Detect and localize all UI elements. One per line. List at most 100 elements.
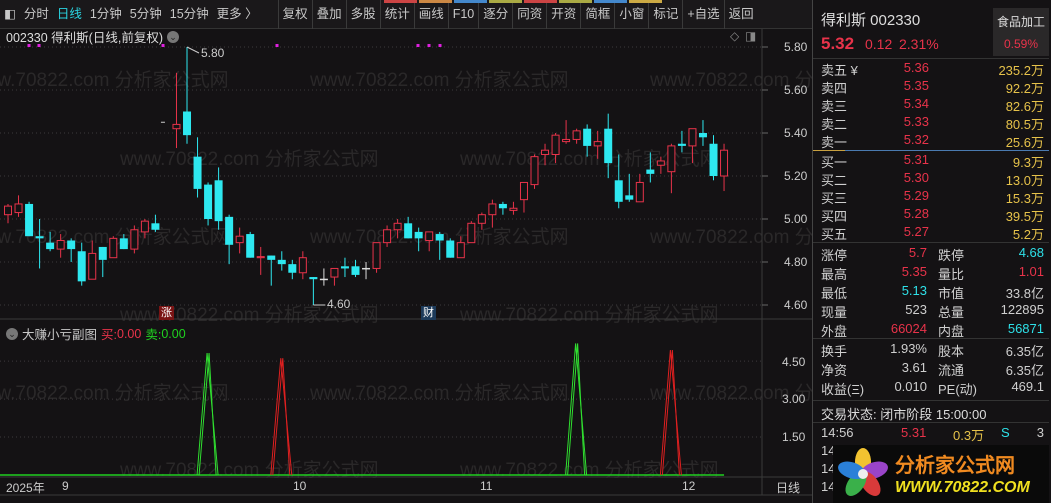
candle-body (467, 222, 476, 244)
candle-body (193, 156, 202, 189)
buy-label: 买: (101, 328, 117, 342)
candle-body (4, 205, 12, 216)
quote-cell: 5.28 (903, 206, 929, 221)
candle-body (319, 278, 328, 281)
candle-body (720, 149, 729, 177)
quote-cell: 1.93% (890, 341, 927, 356)
candle-body (614, 180, 623, 202)
quote-cell: 量比 (938, 267, 965, 282)
financial-badge[interactable]: 财 (421, 306, 436, 320)
quote-cell: 买一 (821, 155, 848, 170)
quote-row: 买一 5.31 9.3万 (813, 152, 1049, 171)
quote-cell: 买三 (821, 191, 848, 206)
quote-cell: 92.2万 (1005, 81, 1044, 96)
x-axis-month: 9 (62, 479, 69, 493)
quote-cell: 5.34 (903, 96, 929, 111)
quote-cell: S (1001, 425, 1010, 440)
quote-cell: 0.3万 (953, 428, 985, 443)
sector-box[interactable]: 食品加工 0.59% (993, 8, 1049, 56)
price-tick: 5.60 (784, 83, 808, 97)
candle-body (446, 240, 455, 258)
indicator-header: ⌄ 大赚小亏副图 买: 0.00 卖: 0.00 (6, 324, 186, 343)
quote-cell: 5.31 (903, 152, 929, 167)
quote-row: 卖五 ¥ 5.36 235.2万 (813, 60, 1049, 79)
candle-body (709, 143, 718, 176)
quote-cell: 卖四 (821, 81, 848, 96)
quote-row: 换手 1.93% 股本 6.35亿 (813, 341, 1049, 360)
sell-label: 卖: (145, 328, 162, 342)
candle-body (340, 266, 349, 269)
quote-cell: 14:56 (821, 425, 854, 440)
indicator-name: 大赚小亏副图 (22, 328, 98, 342)
quote-cell: 买二 (821, 173, 848, 188)
candle-body (151, 223, 160, 230)
quote-row: 买二 5.30 13.0万 (813, 170, 1049, 189)
quote-cell: 6.35亿 (1005, 344, 1044, 359)
quote-cell: 9.3万 (1012, 155, 1044, 170)
high-arrow (186, 46, 200, 54)
quote-cell: 523 (905, 302, 927, 317)
price-tick: 4.60 (784, 298, 808, 312)
quote-cell: 39.5万 (1005, 209, 1044, 224)
quote-cell: 5.7 (908, 245, 927, 260)
quote-cell: 股本 (938, 344, 965, 359)
signal-marker (427, 44, 431, 47)
quote-cell: 卖五 ¥ (821, 63, 858, 78)
candle-body (435, 234, 444, 241)
quote-cell: 最低 (821, 286, 848, 301)
quote-cell: 3.61 (901, 360, 927, 375)
quote-row: 涨停 5.7 跌停 4.68 (813, 245, 1049, 264)
quote-cell: 5.27 (903, 224, 929, 239)
candle-body (656, 160, 665, 166)
quote-cell: 80.5万 (1005, 117, 1044, 132)
signal-marker (27, 44, 31, 47)
candle-body (235, 235, 244, 244)
quote-cell: 5.35 (901, 264, 927, 279)
buy-value: 0.00 (117, 326, 142, 341)
quote-row: 现量 523 总量 122895 (813, 302, 1049, 321)
candle-body (214, 180, 223, 222)
quote-cell: 56871 (1007, 321, 1044, 336)
candle-body (572, 130, 581, 140)
candle-body (183, 111, 192, 136)
candle-body (551, 134, 560, 155)
quote-cell: 流通 (938, 363, 965, 378)
quote-cell: 1.01 (1018, 264, 1044, 279)
quote-row: 买三 5.29 15.3万 (813, 188, 1049, 207)
candle-body (498, 203, 507, 209)
candle-body (646, 169, 655, 174)
chevron-down-icon[interactable]: ⌄ (6, 327, 18, 340)
low-price-label: 4.60 (327, 297, 351, 311)
quote-row: 卖二 5.33 80.5万 (813, 114, 1049, 133)
quote-cell: 买四 (821, 209, 848, 224)
kline-chart[interactable] (0, 0, 812, 503)
quote-cell: 469.1 (1011, 379, 1044, 394)
quote-cell: 市值 (938, 286, 965, 301)
limit-up-badge[interactable]: 涨 (159, 306, 174, 320)
quote-row: 买四 5.28 39.5万 (813, 206, 1049, 225)
period-label[interactable]: 日线 (776, 479, 800, 496)
quote-cell: 66024 (890, 321, 927, 336)
candle-body (604, 128, 613, 164)
quote-cell: 25.6万 (1005, 135, 1044, 150)
quote-cell: 5.13 (901, 283, 927, 298)
price-tick: 5.00 (784, 212, 808, 226)
logo-url: WWW.70822.COM (895, 479, 1030, 496)
trade-status: 交易状态: 闭市阶段 15:00:00 (821, 407, 987, 422)
indicator-tick: 3.00 (782, 392, 806, 406)
candle-body (488, 203, 497, 216)
quote-row: 14:56 5.31 0.3万 S 3 (813, 425, 1049, 444)
quote-cell: 13.0万 (1005, 173, 1044, 188)
quote-cell: 5.36 (903, 60, 929, 75)
quote-row: 卖一 5.32 25.6万 (813, 132, 1049, 151)
candle-body (109, 237, 118, 259)
sector-change: 0.59% (1003, 37, 1039, 51)
candle-body (372, 242, 381, 269)
candle-body (509, 207, 518, 211)
candle-body (351, 266, 360, 275)
quote-cell: 最高 (821, 267, 848, 282)
quote-row: 收益(Ξ) 0.010 PE(动) 469.1 (813, 379, 1049, 398)
candle-body (140, 220, 149, 233)
quote-cell: 卖一 (821, 135, 848, 150)
quote-cell: 5.33 (903, 114, 929, 129)
